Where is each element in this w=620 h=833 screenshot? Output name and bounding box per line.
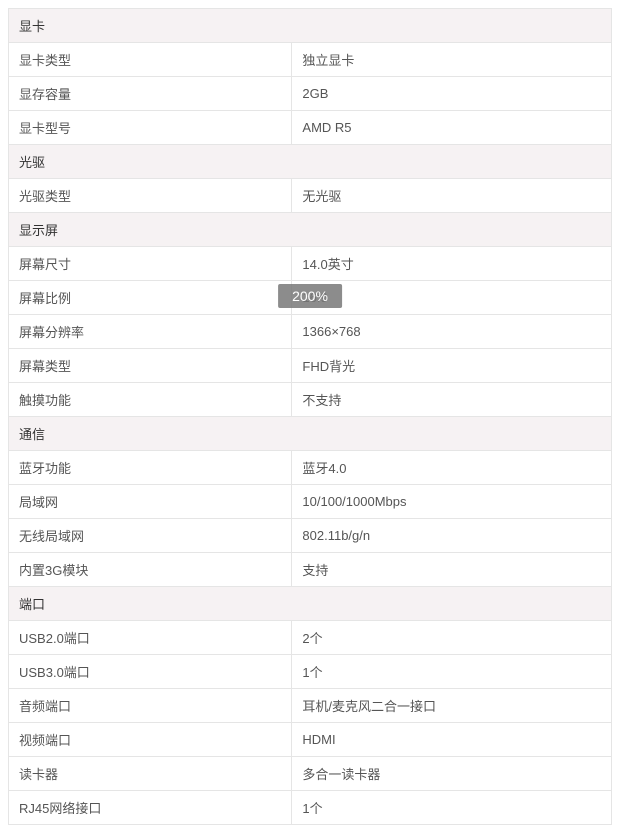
spec-label: 屏幕比例 [9, 281, 292, 315]
spec-value: 独立显卡 [292, 43, 612, 77]
spec-label: 局域网 [9, 485, 292, 519]
spec-value: 1366×768 [292, 315, 612, 349]
table-row: USB3.0端口1个 [9, 655, 612, 689]
spec-value: 支持 [292, 553, 612, 587]
section-header: 显示屏 [9, 213, 612, 247]
section-header: 显卡 [9, 9, 612, 43]
table-row: 屏幕类型FHD背光 [9, 349, 612, 383]
spec-label: 音频端口 [9, 689, 292, 723]
spec-label: 显存容量 [9, 77, 292, 111]
spec-label: 读卡器 [9, 757, 292, 791]
spec-table: 显卡显卡类型独立显卡显存容量2GB显卡型号AMD R5光驱光驱类型无光驱显示屏屏… [8, 8, 612, 825]
spec-value: 802.11b/g/n [292, 519, 612, 553]
spec-value: 10/100/1000Mbps [292, 485, 612, 519]
table-row: 视频端口HDMI [9, 723, 612, 757]
spec-value: AMD R5 [292, 111, 612, 145]
section-header: 通信 [9, 417, 612, 451]
spec-value: 16:9 [292, 281, 612, 315]
table-row: 光驱类型无光驱 [9, 179, 612, 213]
table-row: 无线局域网802.11b/g/n [9, 519, 612, 553]
table-row: USB2.0端口2个 [9, 621, 612, 655]
table-row: 内置3G模块支持 [9, 553, 612, 587]
spec-label: 屏幕类型 [9, 349, 292, 383]
spec-value: 2GB [292, 77, 612, 111]
spec-value: 2个 [292, 621, 612, 655]
table-row: 屏幕尺寸14.0英寸 [9, 247, 612, 281]
spec-value: 蓝牙4.0 [292, 451, 612, 485]
table-row: 显存容量2GB [9, 77, 612, 111]
spec-value: 无光驱 [292, 179, 612, 213]
section-header: 光驱 [9, 145, 612, 179]
spec-value: FHD背光 [292, 349, 612, 383]
spec-label: USB3.0端口 [9, 655, 292, 689]
table-row: 屏幕比例16:9 [9, 281, 612, 315]
spec-label: 屏幕分辨率 [9, 315, 292, 349]
table-row: 读卡器多合一读卡器 [9, 757, 612, 791]
spec-value: 耳机/麦克风二合一接口 [292, 689, 612, 723]
spec-value: 多合一读卡器 [292, 757, 612, 791]
spec-label: 无线局域网 [9, 519, 292, 553]
spec-label: 光驱类型 [9, 179, 292, 213]
spec-value: 1个 [292, 655, 612, 689]
spec-label: USB2.0端口 [9, 621, 292, 655]
table-row: 显卡型号AMD R5 [9, 111, 612, 145]
spec-label: 屏幕尺寸 [9, 247, 292, 281]
table-row: 显卡类型独立显卡 [9, 43, 612, 77]
table-row: 音频端口耳机/麦克风二合一接口 [9, 689, 612, 723]
spec-label: 蓝牙功能 [9, 451, 292, 485]
spec-label: 显卡型号 [9, 111, 292, 145]
spec-value: HDMI [292, 723, 612, 757]
table-row: 局域网10/100/1000Mbps [9, 485, 612, 519]
spec-label: 视频端口 [9, 723, 292, 757]
spec-label: RJ45网络接口 [9, 791, 292, 825]
spec-label: 内置3G模块 [9, 553, 292, 587]
spec-value: 不支持 [292, 383, 612, 417]
section-header: 端口 [9, 587, 612, 621]
table-row: 触摸功能不支持 [9, 383, 612, 417]
spec-label: 触摸功能 [9, 383, 292, 417]
spec-value: 1个 [292, 791, 612, 825]
spec-label: 显卡类型 [9, 43, 292, 77]
table-row: 蓝牙功能蓝牙4.0 [9, 451, 612, 485]
spec-value: 14.0英寸 [292, 247, 612, 281]
table-row: 屏幕分辨率1366×768 [9, 315, 612, 349]
table-row: RJ45网络接口1个 [9, 791, 612, 825]
